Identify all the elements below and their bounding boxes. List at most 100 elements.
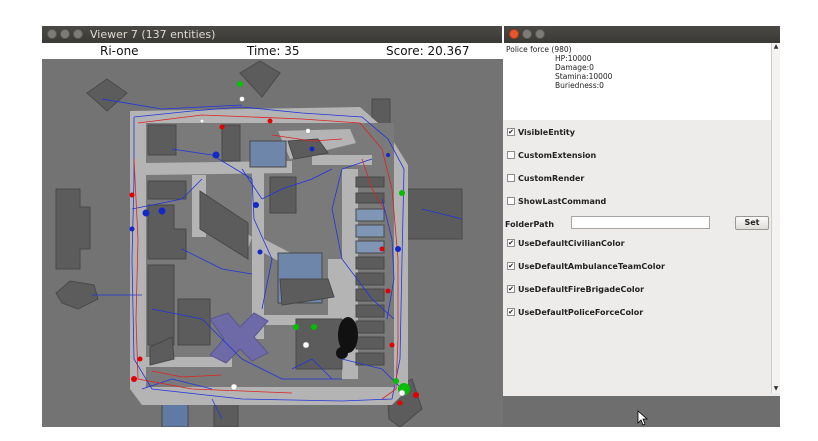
scroll-down-icon[interactable]: ▼	[773, 385, 779, 392]
fire-brigade-agent[interactable]	[389, 342, 395, 348]
building[interactable]	[355, 256, 385, 270]
option-custom-extension[interactable]: CustomExtension	[507, 149, 596, 161]
close-window-button[interactable]	[47, 29, 57, 39]
ambulance-agent[interactable]	[302, 341, 310, 349]
fire-brigade-agent[interactable]	[385, 288, 391, 294]
option-police-color[interactable]: ✔ UseDefaultPoliceForceColor	[507, 306, 643, 318]
checkbox-checked-icon[interactable]: ✔	[507, 285, 515, 293]
building[interactable]	[239, 60, 281, 98]
building-selected[interactable]	[355, 240, 385, 254]
building[interactable]	[355, 288, 385, 302]
building[interactable]	[147, 180, 187, 200]
building-selected[interactable]	[249, 140, 287, 168]
time-label: Time: 35	[247, 44, 300, 58]
checkbox-icon[interactable]	[507, 197, 515, 205]
vertical-scrollbar[interactable]: ▲ ▼	[771, 43, 780, 393]
building[interactable]	[406, 188, 463, 240]
option-ambulance-color[interactable]: ✔ UseDefaultAmbulanceTeamColor	[507, 260, 665, 272]
stamina-value: Stamina:10000	[555, 72, 613, 81]
civilian[interactable]	[293, 324, 299, 330]
building[interactable]	[355, 336, 385, 350]
scroll-up-icon[interactable]: ▲	[773, 43, 779, 50]
civilian[interactable]	[311, 324, 317, 330]
checkbox-checked-icon[interactable]: ✔	[507, 239, 515, 247]
checkbox-icon[interactable]	[507, 151, 515, 159]
map-viewer[interactable]: Ri-one Time: 35 Score: 20.367	[42, 43, 503, 427]
police-agent[interactable]	[253, 202, 259, 208]
ambulance-agent[interactable]	[239, 96, 245, 102]
building[interactable]	[295, 318, 343, 370]
fire-brigade-agent[interactable]	[137, 356, 143, 362]
score-label: Score: 20.367	[386, 44, 470, 58]
option-label: CustomExtension	[518, 150, 597, 160]
damage-value: Damage:0	[555, 63, 594, 72]
police-agent[interactable]	[386, 153, 390, 157]
blockade	[336, 347, 348, 359]
option-label: CustomRender	[518, 173, 585, 183]
fire-brigade-agent[interactable]	[131, 376, 137, 382]
minimize-window-button[interactable]	[522, 29, 532, 39]
entity-name: Police force (980)	[506, 45, 572, 54]
ambulance-agent[interactable]	[230, 383, 238, 391]
ambulance-agent[interactable]	[199, 118, 205, 124]
building[interactable]	[355, 320, 385, 334]
civilian[interactable]	[237, 81, 243, 87]
checkbox-checked-icon[interactable]: ✔	[507, 128, 515, 136]
option-label: VisibleEntity	[518, 127, 575, 137]
civilian[interactable]	[393, 378, 399, 384]
checkbox-icon[interactable]	[507, 174, 515, 182]
civilian[interactable]	[399, 190, 405, 196]
building-selected[interactable]	[355, 208, 385, 222]
folder-path-label: FolderPath	[505, 220, 555, 229]
building[interactable]	[147, 264, 175, 346]
building[interactable]	[55, 188, 91, 270]
checkbox-checked-icon[interactable]: ✔	[507, 308, 515, 316]
building[interactable]	[161, 403, 189, 427]
team-name: Ri-one	[100, 44, 139, 58]
option-fire-brigade-color[interactable]: ✔ UseDefaultFireBrigadeColor	[507, 283, 644, 295]
option-label: UseDefaultFireBrigadeColor	[518, 284, 645, 294]
ambulance-agent[interactable]	[398, 389, 406, 397]
minimize-window-button[interactable]	[60, 29, 70, 39]
checkbox-checked-icon[interactable]: ✔	[507, 262, 515, 270]
option-civilian-color[interactable]: ✔ UseDefaultCivilianColor	[507, 237, 625, 249]
city-map[interactable]	[42, 59, 503, 427]
fire-brigade-agent[interactable]	[129, 192, 135, 198]
window-controls	[47, 29, 83, 39]
set-button[interactable]: Set	[735, 216, 769, 230]
option-custom-render[interactable]: CustomRender	[507, 172, 584, 184]
building-selected[interactable]	[355, 224, 385, 238]
options-titlebar[interactable]	[504, 26, 780, 43]
folder-path-input[interactable]	[571, 216, 710, 229]
option-visible-entity[interactable]: ✔ VisibleEntity	[507, 126, 575, 138]
fire-brigade-agent[interactable]	[413, 392, 419, 398]
building[interactable]	[147, 124, 177, 156]
police-agent[interactable]	[158, 207, 166, 215]
close-window-button[interactable]	[509, 29, 519, 39]
fire-brigade-agent[interactable]	[267, 118, 273, 124]
option-show-last-command[interactable]: ShowLastCommand	[507, 195, 606, 207]
fire-brigade-agent[interactable]	[379, 246, 385, 252]
police-agent[interactable]	[129, 226, 135, 232]
police-agent[interactable]	[212, 151, 220, 159]
option-label: UseDefaultPoliceForceColor	[518, 307, 644, 317]
viewer-titlebar[interactable]: Viewer 7 (137 entities)	[42, 26, 502, 43]
entity-info-area[interactable]: Police force (980) HP:10000 Damage:0 Sta…	[503, 43, 771, 120]
buriedness-value: Buriedness:0	[555, 81, 604, 90]
building[interactable]	[355, 304, 385, 318]
fire-brigade-agent[interactable]	[219, 124, 225, 130]
building[interactable]	[221, 124, 241, 162]
building[interactable]	[269, 176, 297, 214]
building[interactable]	[86, 78, 128, 112]
maximize-window-button[interactable]	[535, 29, 545, 39]
police-agent[interactable]	[309, 146, 315, 152]
police-agent[interactable]	[395, 246, 401, 252]
fire-brigade-agent[interactable]	[397, 400, 403, 406]
police-agent[interactable]	[142, 209, 150, 217]
maximize-window-button[interactable]	[73, 29, 83, 39]
ambulance-agent[interactable]	[305, 128, 311, 134]
options-panel: Police force (980) HP:10000 Damage:0 Sta…	[503, 43, 780, 396]
police-agent[interactable]	[257, 249, 263, 255]
building[interactable]	[55, 280, 99, 310]
score-bar: Ri-one Time: 35 Score: 20.367	[42, 43, 503, 59]
